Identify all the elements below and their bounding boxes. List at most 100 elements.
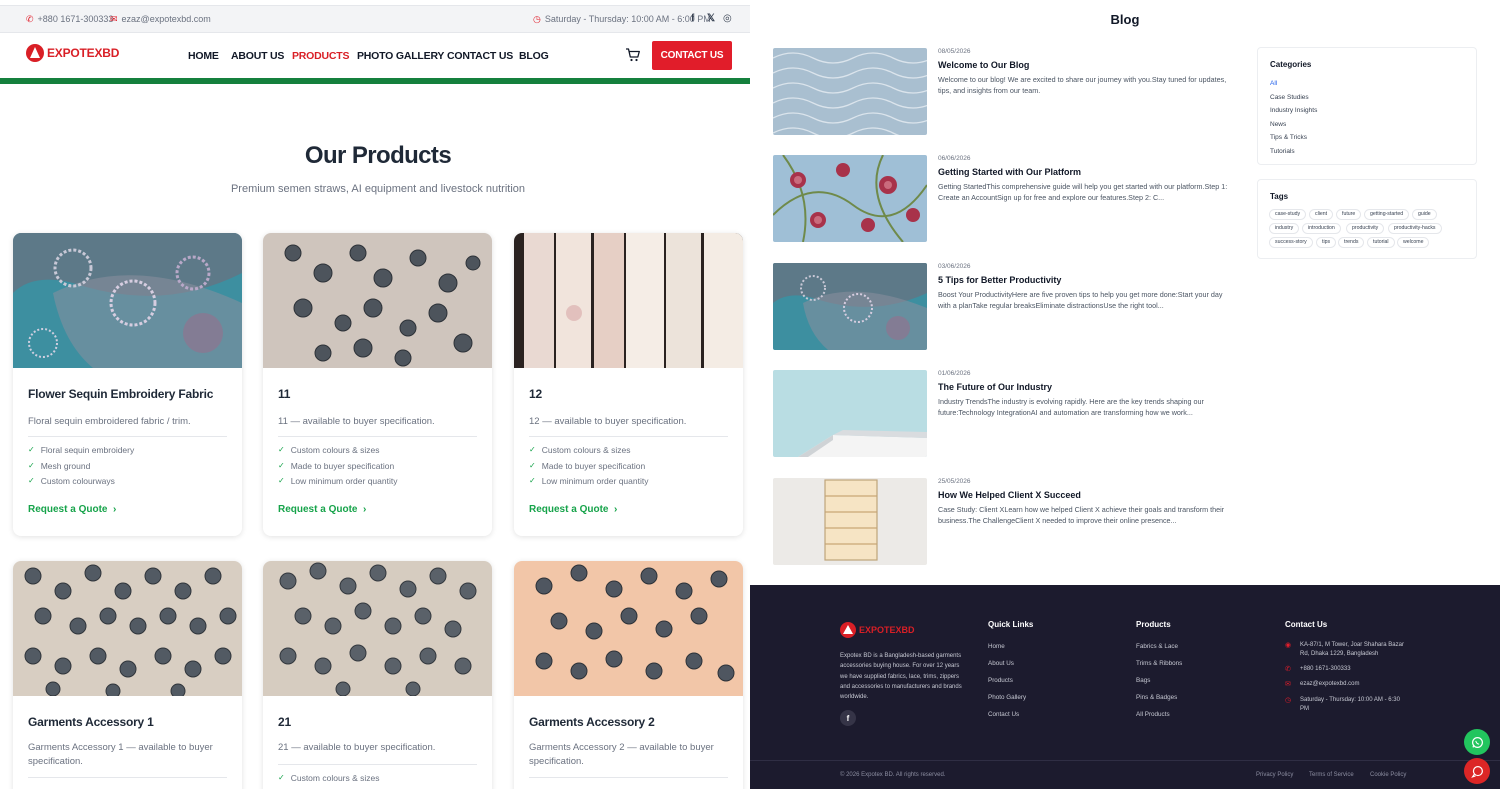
- blog-post[interactable]: 01/06/2026 The Future of Our Industry In…: [773, 370, 1243, 458]
- footer-link-contact[interactable]: Contact Us: [988, 711, 1019, 718]
- tag-chip[interactable]: industry: [1269, 223, 1300, 234]
- product-image[interactable]: [13, 561, 242, 696]
- product-image[interactable]: [263, 233, 492, 368]
- nav-blog[interactable]: BLOG: [519, 50, 549, 62]
- cart-icon[interactable]: [625, 47, 641, 63]
- blog-post[interactable]: 25/05/2026 How We Helped Client X Succee…: [773, 478, 1243, 566]
- contact-us-button[interactable]: CONTACT US: [652, 41, 732, 70]
- instagram-icon[interactable]: ◎: [723, 13, 732, 24]
- facebook-icon[interactable]: f: [840, 710, 856, 726]
- check-icon: ✓: [529, 445, 536, 454]
- tag-chip[interactable]: welcome: [1397, 237, 1430, 248]
- topbar-phone[interactable]: ✆ +880 1671-300333: [26, 14, 113, 24]
- footer-email[interactable]: ✉ ezaz@expotexbd.com: [1285, 680, 1395, 690]
- footer-product-link[interactable]: Pins & Badges: [1136, 694, 1177, 701]
- footer-phone[interactable]: ✆ +880 1671-300333: [1285, 665, 1395, 675]
- tag-chip[interactable]: case-study: [1269, 209, 1307, 220]
- product-description: Garments Accessory 1 — available to buye…: [28, 742, 213, 767]
- nav-contact-us[interactable]: CONTACT US: [447, 50, 513, 62]
- tag-chip[interactable]: introduction: [1302, 223, 1341, 234]
- tag-chip[interactable]: success-story: [1269, 237, 1313, 248]
- blog-post[interactable]: 08/05/2026 Welcome to Our Blog Welcome t…: [773, 48, 1243, 136]
- whatsapp-icon[interactable]: [1464, 729, 1490, 755]
- check-icon: ✓: [529, 476, 536, 485]
- divider: [28, 436, 227, 437]
- site-logo[interactable]: EXPOTEXBD: [26, 44, 119, 62]
- cookie-policy-link[interactable]: Cookie Policy: [1370, 772, 1406, 778]
- tag-chip[interactable]: getting-started: [1364, 209, 1410, 220]
- nav-home[interactable]: HOME: [188, 50, 219, 62]
- post-thumbnail[interactable]: [773, 263, 927, 350]
- x-icon[interactable]: 𝕏: [707, 13, 715, 24]
- category-tips-tricks[interactable]: Tips & Tricks: [1270, 134, 1307, 141]
- facebook-icon[interactable]: f: [691, 13, 694, 24]
- product-image[interactable]: [263, 561, 492, 696]
- check-icon: ✓: [28, 460, 35, 470]
- post-thumbnail[interactable]: [773, 370, 927, 457]
- post-title[interactable]: 5 Tips for Better Productivity: [938, 275, 1061, 285]
- request-quote-link[interactable]: Request a Quote ›: [278, 504, 366, 515]
- tag-chip[interactable]: client: [1309, 209, 1334, 220]
- footer-product-link[interactable]: Trims & Ribbons: [1136, 660, 1182, 667]
- category-tutorials[interactable]: Tutorials: [1270, 148, 1295, 155]
- tag-chip[interactable]: productivity-hacks: [1388, 223, 1442, 234]
- nav-about-us[interactable]: ABOUT US: [231, 50, 284, 62]
- post-title[interactable]: Getting Started with Our Platform: [938, 167, 1081, 177]
- check-icon: ✓: [28, 445, 35, 454]
- tag-chip[interactable]: trends: [1338, 237, 1365, 248]
- footer-about: Expotex BD is a Bangladesh-based garment…: [840, 653, 962, 701]
- request-quote-link[interactable]: Request a Quote ›: [529, 504, 617, 515]
- product-image[interactable]: [514, 561, 743, 696]
- header-accent-bar: [0, 78, 750, 84]
- footer-divider: [750, 760, 1500, 761]
- post-thumbnail[interactable]: [773, 48, 927, 135]
- footer-product-link[interactable]: Bags: [1136, 677, 1150, 684]
- footer-link-home[interactable]: Home: [988, 643, 1005, 650]
- tag-chip[interactable]: guide: [1412, 209, 1437, 220]
- blog-post[interactable]: 03/06/2026 5 Tips for Better Productivit…: [773, 263, 1243, 351]
- product-card: 12 12 — available to buyer specification…: [514, 233, 743, 536]
- logo-mark: [26, 44, 44, 62]
- category-case-studies[interactable]: Case Studies: [1270, 94, 1309, 101]
- post-title[interactable]: Welcome to Our Blog: [938, 60, 1029, 70]
- footer-logo[interactable]: EXPOTEXBD: [840, 622, 915, 638]
- tag-chip[interactable]: tutorial: [1367, 237, 1395, 248]
- tag-chip[interactable]: tips: [1316, 237, 1337, 248]
- product-title: Flower Sequin Embroidery Fabric: [28, 387, 214, 401]
- footer-link-about[interactable]: About Us: [988, 660, 1014, 667]
- product-image[interactable]: [514, 233, 743, 368]
- product-image[interactable]: [13, 233, 242, 368]
- check-icon: ✓: [278, 445, 285, 454]
- post-title[interactable]: How We Helped Client X Succeed: [938, 490, 1081, 500]
- feature-item: ✓ Custom colourways: [28, 476, 134, 492]
- check-icon: ✓: [278, 773, 285, 782]
- clock-icon: ◷: [1285, 697, 1292, 704]
- chat-icon[interactable]: [1464, 758, 1490, 784]
- request-quote-link[interactable]: Request a Quote ›: [28, 504, 116, 515]
- post-excerpt: Industry TrendsThe industry is evolving …: [938, 397, 1204, 417]
- footer-link-products[interactable]: Products: [988, 677, 1013, 684]
- nav-photo-gallery[interactable]: PHOTO GALLERY: [357, 50, 444, 62]
- footer-product-link[interactable]: Fabrics & Lace: [1136, 643, 1178, 650]
- product-title: 21: [278, 715, 291, 729]
- nav-products[interactable]: PRODUCTS: [292, 50, 350, 62]
- tag-chip[interactable]: future: [1336, 209, 1362, 220]
- category-industry-insights[interactable]: Industry Insights: [1270, 107, 1317, 114]
- blog-post[interactable]: 06/06/2026 Getting Started with Our Plat…: [773, 155, 1243, 243]
- topbar-email[interactable]: ✉ ezaz@expotexbd.com: [110, 14, 211, 24]
- category-news[interactable]: News: [1270, 121, 1286, 128]
- tag-chip[interactable]: productivity: [1346, 223, 1385, 234]
- post-title[interactable]: The Future of Our Industry: [938, 382, 1052, 392]
- feature-item: ✓ Floral sequin embroidery: [28, 445, 134, 461]
- privacy-policy-link[interactable]: Privacy Policy: [1256, 772, 1293, 778]
- divider: [529, 777, 728, 778]
- terms-link[interactable]: Terms of Service: [1309, 772, 1354, 778]
- product-card: 21 21 — available to buyer specification…: [263, 561, 492, 789]
- divider: [278, 436, 477, 437]
- category-all[interactable]: All: [1270, 80, 1277, 87]
- footer-product-link[interactable]: All Products: [1136, 711, 1170, 718]
- product-description: 21 — available to buyer specification.: [278, 742, 436, 753]
- footer-link-gallery[interactable]: Photo Gallery: [988, 694, 1026, 701]
- post-thumbnail[interactable]: [773, 478, 927, 565]
- post-thumbnail[interactable]: [773, 155, 927, 242]
